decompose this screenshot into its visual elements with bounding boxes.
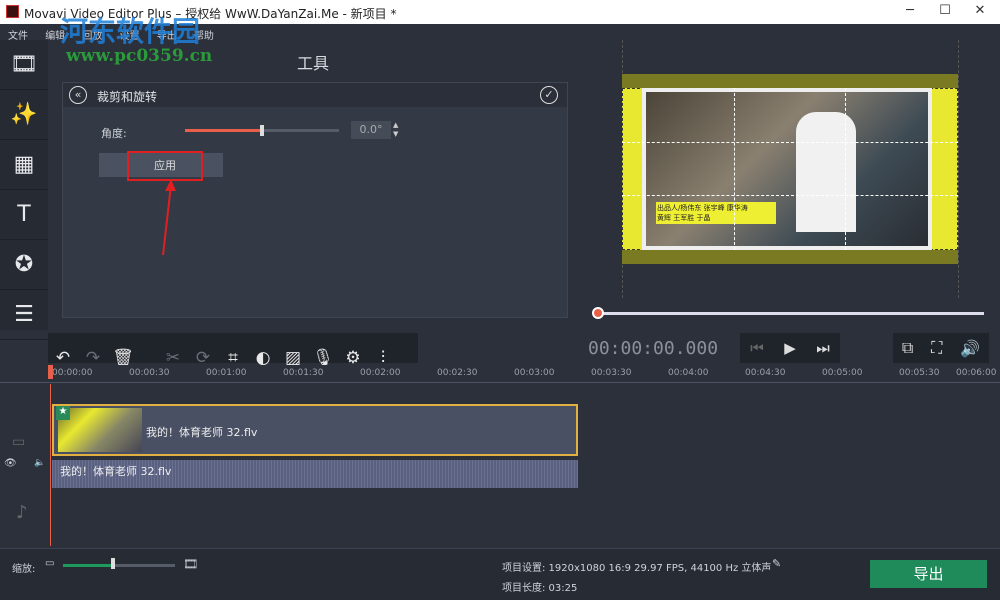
stickers-star-icon[interactable]: ✪	[0, 240, 48, 290]
apply-button[interactable]: 应用	[127, 151, 203, 181]
video-clip[interactable]: ★ 我的！体育老师 32.flv	[52, 404, 578, 456]
ruler-tick: 00:06:00	[956, 368, 996, 378]
scrubber-handle[interactable]	[592, 307, 604, 319]
edit-toolbar: ↶↷🗑✂⟳⌗◐▨🎙⚙⫶	[48, 333, 418, 363]
tools-title: 工具	[48, 50, 578, 74]
ruler-tick: 00:03:00	[514, 368, 554, 378]
menu-bar: 文件 编辑 回放 设置 导出 帮助	[0, 24, 1000, 40]
angle-slider-handle[interactable]	[260, 125, 264, 136]
ruler-tick: 00:00:00	[52, 368, 92, 378]
ruler-tick: 00:05:30	[899, 368, 939, 378]
playback-controls: ⏮ ▶ ⏭	[740, 333, 840, 363]
track-volume-icon[interactable]: 🔈	[34, 458, 45, 468]
audio-clip-name: 我的！体育老师 32.flv	[60, 463, 171, 479]
back-chevrons-icon[interactable]: «	[69, 86, 87, 104]
angle-spinner[interactable]: ▲▼	[393, 121, 403, 139]
fullscreen-icon[interactable]: ⛶	[931, 338, 942, 358]
ruler-tick: 00:04:30	[745, 368, 785, 378]
import-media-icon[interactable]: 🎞	[0, 40, 48, 90]
tools-panel: 工具 « 裁剪和旋转 ✓ 角度: 0.0° ▲▼ 应用	[48, 40, 578, 330]
star-icon: ★	[56, 406, 70, 420]
view-controls: ⧉ ⛶ 🔊	[893, 333, 989, 363]
app-logo-icon	[6, 5, 19, 18]
ruler-tick: 00:05:00	[822, 368, 862, 378]
minimize-button[interactable]: ─	[895, 3, 925, 18]
next-icon[interactable]: ⏭	[816, 339, 830, 357]
zoom-out-icon[interactable]: ▭	[45, 558, 54, 569]
crop-rotate-panel: « 裁剪和旋转 ✓ 角度: 0.0° ▲▼ 应用	[62, 82, 568, 318]
ruler-tick: 00:01:30	[283, 368, 323, 378]
eye-icon[interactable]: 👁	[4, 458, 17, 469]
video-track-icon: ▭	[12, 434, 25, 450]
ruler-tick: 00:02:30	[437, 368, 477, 378]
playhead[interactable]	[48, 365, 53, 379]
close-button[interactable]: ✕	[965, 3, 995, 18]
tool-sidebar: 🎞 ✨ ▦ T ✪ ☰	[0, 40, 48, 330]
ruler-tick: 00:01:00	[206, 368, 246, 378]
timeline-tracks: ▭ 👁 🔈 ♪ ★ 我的！体育老师 32.flv 我的！体育老师 32.flv	[0, 384, 1000, 546]
zoom-label: 缩放:	[12, 560, 35, 575]
zoom-slider-handle[interactable]	[111, 558, 115, 569]
title-bar: Movavi Video Editor Plus – 授权给 WwW.DaYan…	[0, 0, 1000, 24]
status-bar: 缩放: ▭ 🎞 项目设置: 1920x1080 16:9 29.97 FPS, …	[0, 548, 1000, 600]
timeline-ruler[interactable]: 00:00:00 00:00:30 00:01:00 00:01:30 00:0…	[0, 365, 1000, 383]
music-note-icon: ♪	[16, 502, 28, 523]
previous-icon[interactable]: ⏮	[750, 339, 764, 357]
preview-panel: 出品人/杨伟东 张宇峰 康华涛黄辉 王军胜 于晶	[580, 40, 1000, 298]
panel-title: 裁剪和旋转	[97, 88, 157, 105]
titles-text-icon[interactable]: T	[0, 190, 48, 240]
export-button[interactable]: 导出	[870, 560, 987, 588]
ruler-tick: 00:02:00	[360, 368, 400, 378]
project-length: 项目长度: 03:25	[502, 579, 577, 594]
audio-clip[interactable]: 我的！体育老师 32.flv	[52, 460, 578, 488]
transitions-icon[interactable]: ▦	[0, 140, 48, 190]
angle-label: 角度:	[101, 125, 127, 141]
more-tools-list-icon[interactable]: ☰	[0, 290, 48, 340]
ruler-tick: 00:03:30	[591, 368, 631, 378]
zoom-in-icon[interactable]: 🎞	[183, 557, 198, 571]
timecode: 00:00:00.000	[588, 338, 718, 359]
panel-header: « 裁剪和旋转 ✓	[63, 83, 567, 107]
project-settings: 项目设置: 1920x1080 16:9 29.97 FPS, 44100 Hz…	[502, 559, 771, 574]
play-icon[interactable]: ▶	[784, 339, 796, 357]
window-title: Movavi Video Editor Plus – 授权给 WwW.DaYan…	[24, 5, 396, 22]
playhead-line	[50, 384, 51, 546]
angle-input[interactable]: 0.0°	[351, 121, 391, 139]
guide-line	[958, 40, 959, 298]
filters-wand-icon[interactable]: ✨	[0, 90, 48, 140]
edit-pencil-icon[interactable]: ✎	[772, 557, 781, 570]
ruler-tick: 00:00:30	[129, 368, 169, 378]
angle-slider[interactable]	[185, 129, 339, 132]
popout-icon[interactable]: ⧉	[902, 338, 913, 358]
clip-thumbnail	[58, 408, 142, 452]
crop-grid	[622, 142, 958, 196]
annotation-arrow	[159, 179, 179, 259]
video-frame: 出品人/杨伟东 张宇峰 康华涛黄辉 王军胜 于晶	[622, 74, 958, 264]
confirm-check-icon[interactable]: ✓	[540, 86, 558, 104]
volume-icon[interactable]: 🔊	[960, 339, 980, 358]
zoom-slider[interactable]	[63, 564, 175, 567]
ruler-tick: 00:04:00	[668, 368, 708, 378]
video-clip-name: 我的！体育老师 32.flv	[146, 424, 257, 440]
playback-scrubber[interactable]	[594, 312, 984, 315]
maximize-button[interactable]: ☐	[930, 3, 960, 18]
